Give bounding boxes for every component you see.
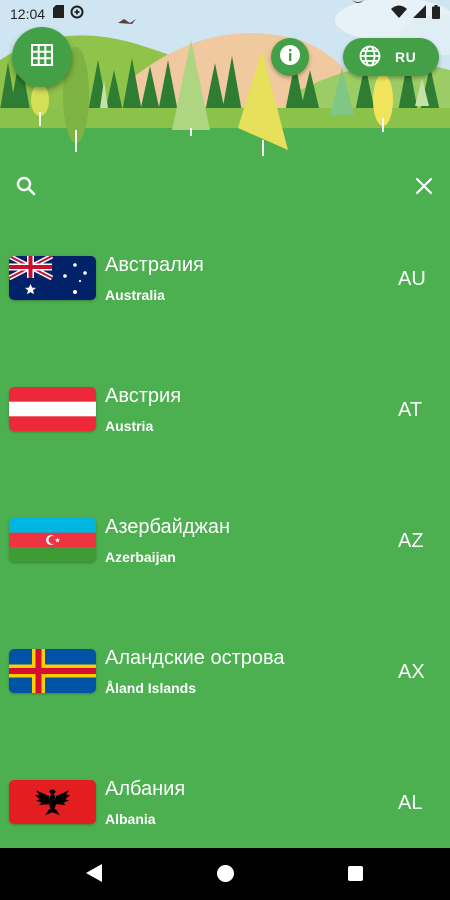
grid-icon xyxy=(31,43,53,71)
search-bar xyxy=(0,162,450,210)
country-name-en: Austria xyxy=(105,418,154,434)
country-item-australia[interactable]: Австралия Australia AU xyxy=(0,212,450,343)
battery-icon xyxy=(432,4,440,24)
albania-flag-icon xyxy=(9,780,96,824)
aland-islands-flag-icon xyxy=(9,649,96,693)
status-bar: 12:04 xyxy=(0,0,450,28)
data-saver-icon xyxy=(70,5,84,24)
country-code: AT xyxy=(398,399,423,421)
search-icon[interactable] xyxy=(14,174,38,203)
country-list: Австралия Australia AU Австрия Austria A… xyxy=(0,212,450,848)
navigation-bar xyxy=(0,848,450,900)
azerbaijan-flag-icon xyxy=(9,518,96,562)
country-item-albania[interactable]: Албания Albania AL xyxy=(0,736,450,848)
country-name-en: Azerbaijan xyxy=(105,549,176,565)
country-code: AZ xyxy=(398,530,424,552)
close-icon[interactable] xyxy=(412,174,436,203)
country-name-ru: Аландские острова xyxy=(105,647,285,669)
sd-card-icon xyxy=(53,5,65,23)
country-name-ru: Албания xyxy=(105,778,186,800)
country-name-ru: Австрия xyxy=(105,385,182,407)
australia-flag-icon xyxy=(9,256,96,300)
country-code: AU xyxy=(398,268,426,290)
language-button[interactable]: RU xyxy=(343,38,439,76)
signal-icon xyxy=(413,5,426,23)
country-name-en: Åland Islands xyxy=(105,680,197,696)
country-name-ru: Азербайджан xyxy=(105,516,231,538)
wifi-icon xyxy=(391,5,407,23)
country-name-ru: Австралия xyxy=(105,254,204,276)
status-time: 12:04 xyxy=(10,6,46,22)
globe-icon xyxy=(359,45,381,70)
austria-flag-icon xyxy=(9,387,96,431)
info-button[interactable] xyxy=(271,38,309,76)
back-icon[interactable] xyxy=(86,864,102,887)
categories-button[interactable] xyxy=(12,27,72,87)
country-item-austria[interactable]: Австрия Austria AT xyxy=(0,343,450,474)
country-name-en: Australia xyxy=(105,287,165,303)
country-name-en: Albania xyxy=(105,811,156,827)
home-icon[interactable] xyxy=(217,865,234,882)
country-code: AL xyxy=(398,792,423,814)
country-item-azerbaijan[interactable]: Азербайджан Azerbaijan AZ xyxy=(0,474,450,605)
country-code: AX xyxy=(398,661,425,683)
search-input[interactable] xyxy=(52,170,396,204)
language-label: RU xyxy=(395,49,417,65)
country-item-aland-islands[interactable]: Аландские острова Åland Islands AX xyxy=(0,605,450,736)
recents-icon[interactable] xyxy=(348,866,363,881)
info-icon xyxy=(279,44,301,71)
